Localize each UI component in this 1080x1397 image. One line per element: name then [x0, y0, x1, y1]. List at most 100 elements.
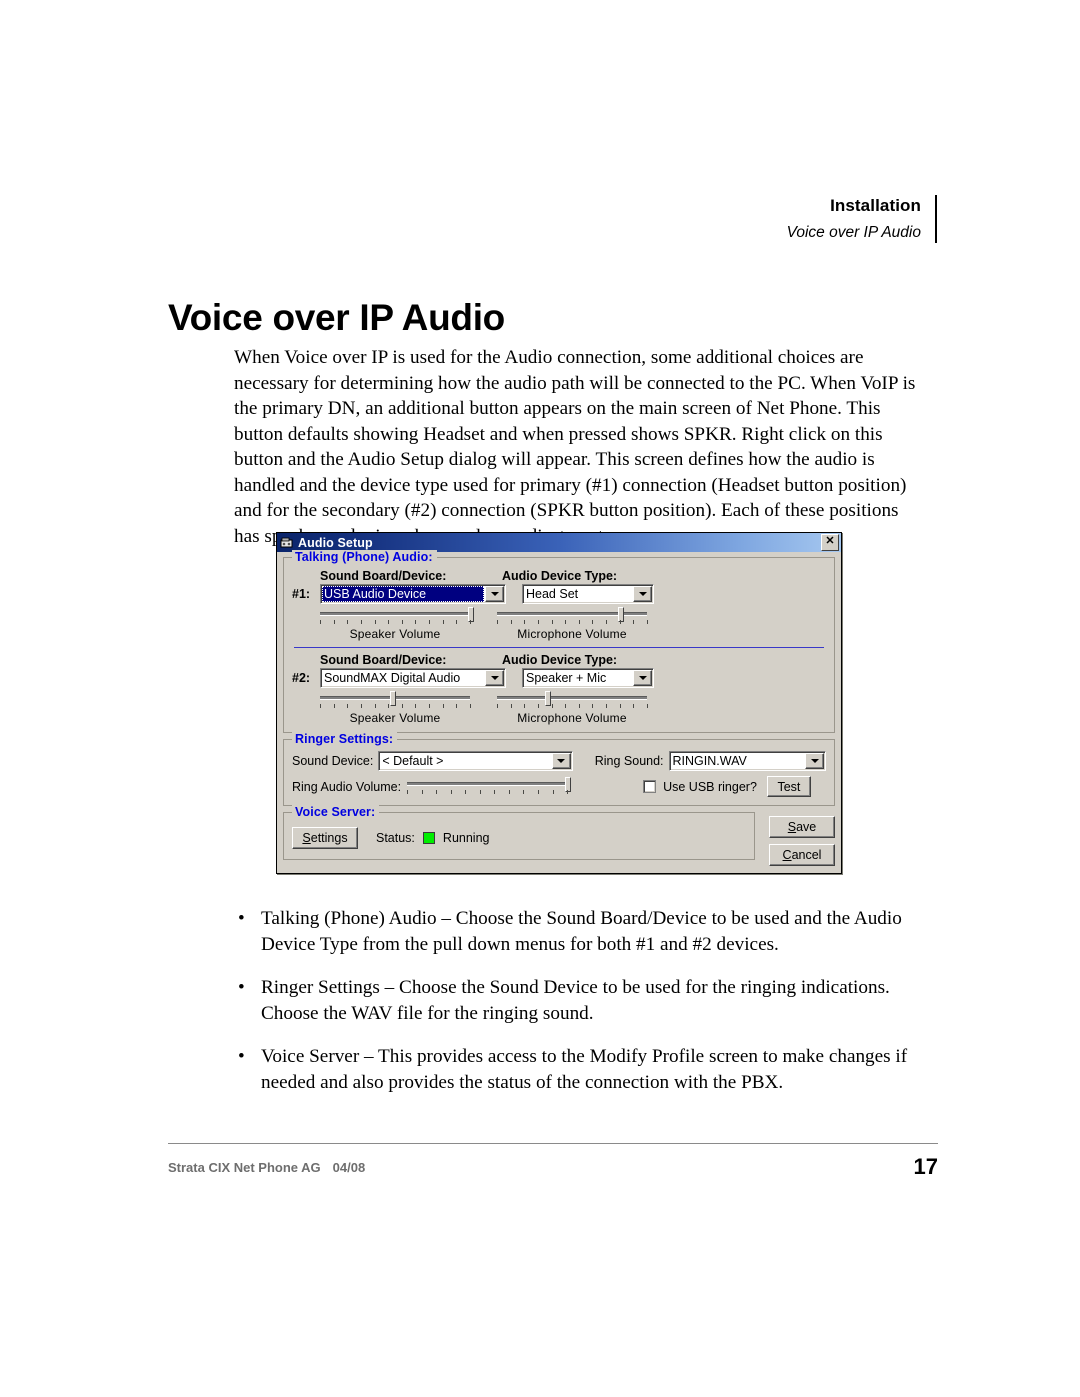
chevron-down-icon[interactable] — [551, 753, 571, 769]
speaker-volume-block-2: Speaker Volume — [320, 691, 471, 725]
settings-accelerator: S — [302, 831, 311, 845]
slider-ticks — [320, 620, 471, 626]
status-led-icon — [422, 832, 435, 844]
sound-board-label-1: Sound Board/Device: — [320, 569, 447, 583]
status-label: Status: — [376, 831, 415, 845]
page-number: 17 — [913, 1154, 938, 1179]
device-column-headers-2: Sound Board/Device: Audio Device Type: — [320, 653, 826, 667]
save-label-rest: ave — [796, 820, 817, 834]
ring-audio-volume-slider[interactable] — [407, 777, 572, 792]
sound-board-label-2: Sound Board/Device: — [320, 653, 447, 667]
speaker-volume-caption-2: Speaker Volume — [349, 711, 441, 725]
slider-rail — [497, 696, 647, 700]
chevron-down-icon[interactable] — [633, 586, 652, 602]
group-divider — [294, 647, 824, 648]
header-subsection-title: Voice over IP Audio — [786, 224, 921, 242]
microphone-volume-slider-1[interactable] — [497, 607, 647, 622]
sound-board-combo-1[interactable]: USB Audio Device — [320, 584, 506, 604]
bullet-marker: • — [238, 1046, 245, 1067]
dialog-action-buttons: Save Cancel — [769, 812, 835, 866]
list-item-text: Voice Server – This provides access to t… — [261, 1046, 908, 1093]
ring-audio-volume-block — [407, 777, 572, 796]
sound-board-value-1: USB Audio Device — [322, 586, 484, 602]
microphone-volume-caption-2: Microphone Volume — [517, 711, 627, 725]
voice-server-status-row: Settings Status: Running — [292, 827, 746, 849]
bullet-list: • Talking (Phone) Audio – Choose the Sou… — [234, 906, 934, 1113]
slider-rail — [497, 612, 647, 616]
voice-server-group: Voice Server: Settings Status: Running — [283, 805, 755, 860]
header-section-title: Installation — [830, 196, 921, 215]
ringer-settings-group: Ringer Settings: Sound Device: < Default… — [283, 732, 835, 806]
talking-group-legend: Talking (Phone) Audio: — [292, 550, 437, 564]
bullet-marker: • — [238, 908, 245, 929]
dialog-body: Talking (Phone) Audio: Sound Board/Devic… — [277, 550, 841, 873]
bullet-marker: • — [238, 977, 245, 998]
volume-sliders-1: Speaker Volume Microphone Volume — [320, 607, 826, 641]
device-column-headers-1: Sound Board/Device: Audio Device Type: — [320, 569, 826, 583]
audio-device-type-value-2: Speaker + Mic — [526, 671, 607, 685]
speaker-volume-caption-1: Speaker Volume — [349, 627, 441, 641]
list-item: • Ringer Settings – Choose the Sound Dev… — [234, 975, 934, 1026]
microphone-volume-caption-1: Microphone Volume — [517, 627, 627, 641]
cancel-label-rest: ancel — [791, 848, 822, 862]
audio-setup-icon — [280, 536, 294, 550]
chevron-down-icon[interactable] — [485, 670, 504, 686]
slider-ticks — [497, 704, 648, 710]
audio-device-type-label-1: Audio Device Type: — [502, 569, 618, 583]
cancel-button[interactable]: Cancel — [769, 844, 835, 866]
chevron-down-icon[interactable] — [805, 753, 824, 769]
dialog-title-text: Audio Setup — [298, 535, 373, 550]
ringer-group-legend: Ringer Settings: — [292, 732, 398, 746]
ring-sound-label: Ring Sound: — [594, 754, 664, 768]
audio-device-type-value-1: Head Set — [526, 587, 579, 601]
save-button[interactable]: Save — [769, 816, 835, 838]
voice-server-and-actions: Voice Server: Settings Status: Running S… — [283, 805, 835, 866]
ringer-sound-device-value: < Default > — [382, 754, 444, 768]
ringer-volume-row: Ring Audio Volume: Use USB ringer? Test — [292, 776, 826, 797]
voice-server-settings-button[interactable]: Settings — [292, 827, 358, 849]
audio-device-type-combo-1[interactable]: Head Set — [522, 584, 654, 604]
device-row-1: #1: USB Audio Device Head Set — [292, 584, 826, 604]
close-icon[interactable]: ✕ — [821, 534, 839, 551]
slider-ticks — [497, 620, 648, 626]
list-item-text: Talking (Phone) Audio – Choose the Sound… — [261, 908, 902, 955]
voice-server-legend: Voice Server: — [292, 805, 380, 819]
ring-audio-volume-label: Ring Audio Volume: — [292, 779, 402, 794]
device-row-2: #2: SoundMAX Digital Audio Speaker + Mic — [292, 668, 826, 688]
intro-paragraph: When Voice over IP is used for the Audio… — [234, 347, 916, 547]
list-item: • Talking (Phone) Audio – Choose the Sou… — [234, 906, 934, 957]
speaker-volume-slider-1[interactable] — [320, 607, 474, 622]
chevron-down-icon[interactable] — [485, 586, 504, 602]
microphone-volume-slider-2[interactable] — [497, 691, 647, 706]
speaker-volume-slider-2[interactable] — [320, 691, 470, 706]
settings-label-rest: ettings — [310, 831, 348, 845]
ringer-device-row: Sound Device: < Default > Ring Sound: RI… — [292, 751, 826, 771]
footer-divider — [168, 1143, 938, 1144]
chevron-down-icon[interactable] — [633, 670, 652, 686]
speaker-volume-block-1: Speaker Volume — [320, 607, 474, 641]
slider-rail — [407, 782, 568, 786]
ring-sound-combo[interactable]: RINGIN.WAV — [668, 751, 826, 771]
use-usb-ringer-label: Use USB ringer? — [663, 779, 757, 794]
audio-device-type-combo-2[interactable]: Speaker + Mic — [522, 668, 654, 688]
ringer-sound-device-combo[interactable]: < Default > — [378, 751, 573, 771]
test-button[interactable]: Test — [766, 776, 811, 797]
list-item-text: Ringer Settings – Choose the Sound Devic… — [261, 977, 890, 1024]
slider-ticks — [320, 704, 471, 710]
device-index-1: #1: — [292, 587, 311, 601]
save-accelerator: S — [787, 820, 797, 834]
running-header: Installation Voice over IP Audio — [787, 195, 937, 243]
sound-device-label: Sound Device: — [292, 754, 374, 768]
sound-board-combo-2[interactable]: SoundMAX Digital Audio — [320, 668, 506, 688]
slider-ticks — [407, 790, 569, 796]
status-value: Running — [442, 831, 490, 845]
ring-sound-value: RINGIN.WAV — [672, 754, 747, 768]
use-usb-ringer-checkbox[interactable] — [643, 780, 657, 793]
cancel-accelerator: C — [782, 848, 792, 862]
volume-sliders-2: Speaker Volume Microphone Volume — [320, 691, 826, 725]
sound-board-value-2: SoundMAX Digital Audio — [324, 671, 461, 685]
audio-setup-dialog: Audio Setup ✕ Talking (Phone) Audio: Sou… — [276, 532, 842, 874]
slider-rail — [320, 612, 470, 616]
talking-phone-audio-group: Talking (Phone) Audio: Sound Board/Devic… — [283, 550, 835, 733]
list-item: • Voice Server – This provides access to… — [234, 1044, 934, 1095]
